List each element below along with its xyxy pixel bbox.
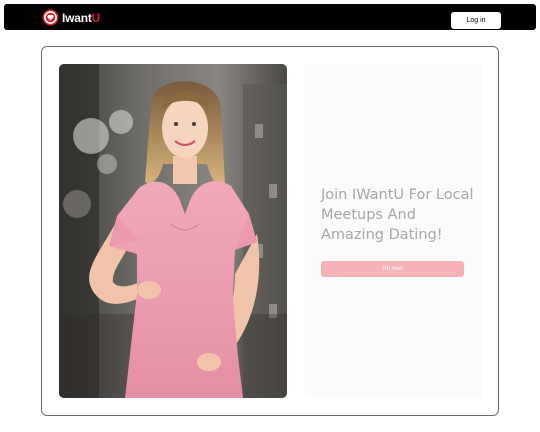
hero-photo bbox=[59, 64, 287, 398]
im-new-button[interactable]: I'm new bbox=[321, 261, 464, 277]
brand-logo[interactable]: IwantU bbox=[42, 9, 100, 26]
smiling-woman-pink-dress-photo bbox=[59, 64, 287, 398]
login-button[interactable]: Log in bbox=[451, 12, 501, 29]
hero-card: Join IWantU For Local Meetups And Amazin… bbox=[41, 46, 499, 416]
heart-badge-icon bbox=[42, 9, 59, 26]
hero-headline: Join IWantU For Local Meetups And Amazin… bbox=[321, 187, 474, 243]
brand-logo-text: IwantU bbox=[62, 10, 101, 25]
top-navigation-bar: IwantU Log in bbox=[4, 4, 536, 30]
signup-panel: Join IWantU For Local Meetups And Amazin… bbox=[305, 64, 482, 398]
